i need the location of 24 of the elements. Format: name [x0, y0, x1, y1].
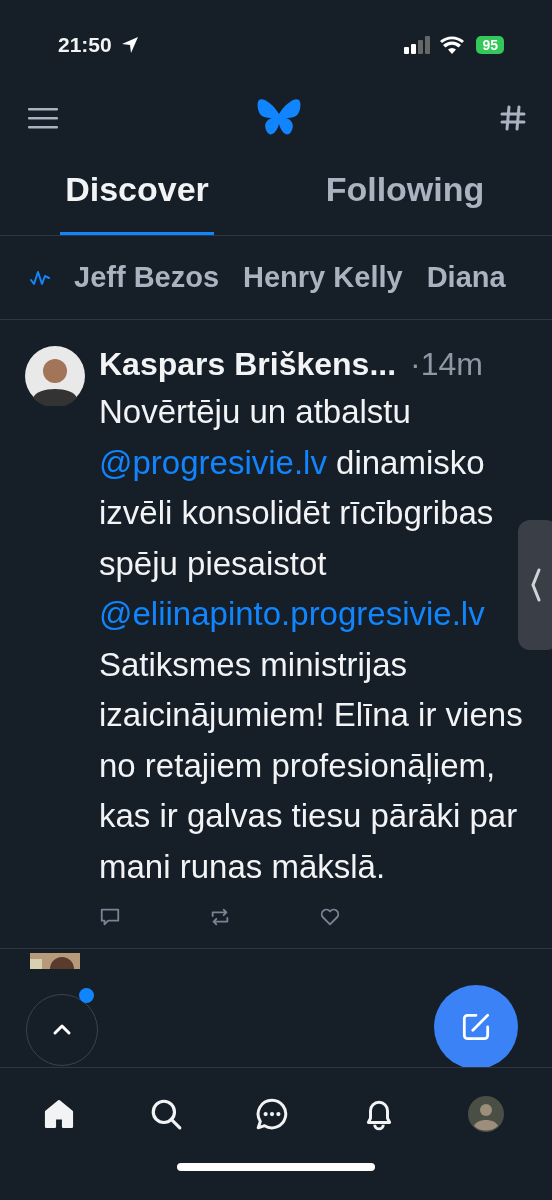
- repost-icon[interactable]: [209, 906, 231, 928]
- hashtag-icon[interactable]: [500, 105, 526, 131]
- trending-topic[interactable]: Jeff Bezos: [74, 261, 220, 294]
- trending-topic[interactable]: Diana: [426, 261, 506, 294]
- feed-tab[interactable]: Following: [318, 146, 492, 235]
- reply-icon[interactable]: [99, 906, 121, 928]
- feed-tab[interactable]: Discover: [60, 146, 214, 235]
- home-icon[interactable]: [42, 1097, 76, 1131]
- mention-link[interactable]: @progresivie.lv: [99, 443, 327, 481]
- mention-link[interactable]: @eliinapinto.progresivie.lv: [99, 595, 485, 632]
- trending-topic[interactable]: Henry Kelly: [243, 261, 403, 294]
- signal-icon: [404, 36, 433, 54]
- status-time: 21:50: [58, 33, 112, 57]
- side-chevron-icon[interactable]: [518, 520, 552, 650]
- post-text: Novērtēju un atbalstu @progresivie.lv dinamisko izvēli konsolidēt rīcībgribas spēju piesaistot @eliinapinto.progresivie.lv Satiksmes ministrijas izaicinājumiem! Elīna ir viens no retajiem profesionāļiem, kas ir galvas tiesu pārāki par mani runas mākslā.: [99, 392, 524, 887]
- author-name[interactable]: Kaspars Briškens...: [99, 346, 397, 383]
- profile-avatar-icon[interactable]: [468, 1096, 504, 1132]
- avatar-icon[interactable]: [25, 346, 85, 406]
- battery-indicator: 95: [476, 36, 504, 54]
- chat-icon[interactable]: [255, 1097, 289, 1131]
- like-icon[interactable]: [319, 906, 341, 928]
- post-time: ·14m: [410, 346, 483, 383]
- wifi-icon: [440, 36, 465, 54]
- menu-icon[interactable]: [28, 107, 58, 129]
